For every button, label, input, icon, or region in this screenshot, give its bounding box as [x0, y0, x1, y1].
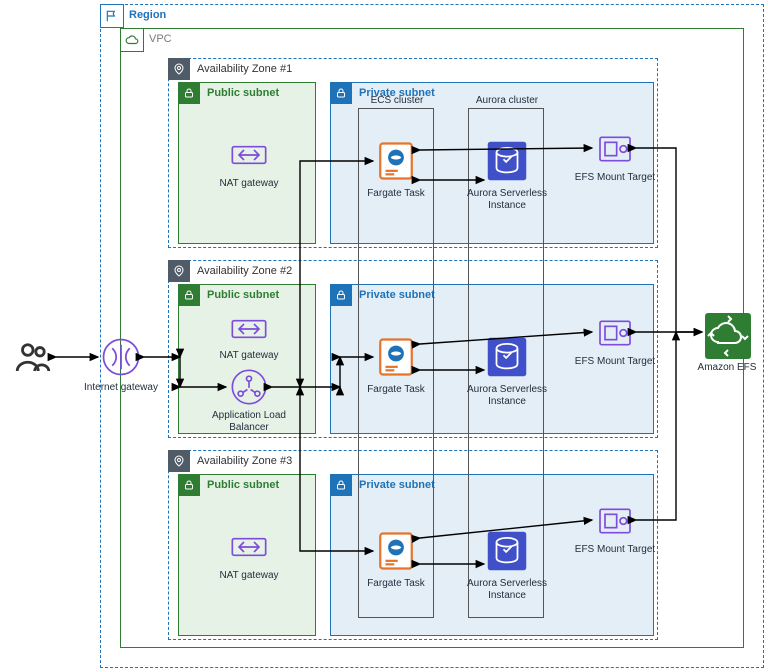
- efs-mt-label: EFS Mount Target: [560, 356, 670, 368]
- efs-mount-target-icon: [594, 312, 636, 354]
- fargate-task-icon: [375, 336, 417, 378]
- aurora-instance-icon: [486, 336, 528, 378]
- lock-icon: [178, 284, 200, 306]
- region-label: Region: [129, 9, 166, 21]
- lock-icon: [178, 474, 200, 496]
- efs-mount-target-icon: [594, 128, 636, 170]
- nat-icon: [228, 526, 270, 568]
- igw-icon: [100, 336, 142, 378]
- efs-mt-label: EFS Mount Target: [560, 544, 670, 556]
- efs-mount-target-icon: [594, 500, 636, 542]
- lock-icon: [330, 82, 352, 104]
- nat-label: NAT gateway: [194, 570, 304, 582]
- efs-mt-label: EFS Mount Target: [560, 172, 670, 184]
- nat-label: NAT gateway: [194, 350, 304, 362]
- aurora-label: Aurora Serverless Instance: [452, 384, 562, 407]
- nat-icon: [228, 308, 270, 350]
- az3-label: Availability Zone #3: [197, 455, 292, 467]
- ecs-cluster-label: ECS cluster: [359, 95, 435, 106]
- vpc-label: VPC: [149, 33, 172, 45]
- az1-label: Availability Zone #1: [197, 63, 292, 75]
- users-icon: [12, 336, 54, 378]
- fargate-label: Fargate Task: [341, 578, 451, 590]
- aurora-label: Aurora Serverless Instance: [452, 578, 562, 601]
- alb-icon: [228, 366, 270, 408]
- az-map-pin-icon: [168, 260, 190, 282]
- nat-label: NAT gateway: [194, 178, 304, 190]
- aurora-label: Aurora Serverless Instance: [452, 188, 562, 211]
- amazon-efs-icon: [704, 312, 752, 360]
- az-map-pin-icon: [168, 450, 190, 472]
- igw-label: Internet gateway: [66, 382, 176, 394]
- fargate-label: Fargate Task: [341, 188, 451, 200]
- aurora-instance-icon: [486, 140, 528, 182]
- lock-icon: [330, 284, 352, 306]
- efs-label: Amazon EFS: [672, 362, 768, 374]
- fargate-task-icon: [375, 140, 417, 182]
- aurora-instance-icon: [486, 530, 528, 572]
- nat-icon: [228, 134, 270, 176]
- fargate-label: Fargate Task: [341, 384, 451, 396]
- vpc-cloud-icon: [120, 28, 144, 52]
- az2-label: Availability Zone #2: [197, 265, 292, 277]
- az-map-pin-icon: [168, 58, 190, 80]
- lock-icon: [330, 474, 352, 496]
- lock-icon: [178, 82, 200, 104]
- public-subnet-label: Public subnet: [207, 479, 279, 491]
- fargate-task-icon: [375, 530, 417, 572]
- alb-label: Application Load Balancer: [194, 410, 304, 433]
- public-subnet-label: Public subnet: [207, 289, 279, 301]
- public-subnet-label: Public subnet: [207, 87, 279, 99]
- region-flag-icon: [100, 4, 124, 28]
- aurora-cluster-label: Aurora cluster: [469, 95, 545, 106]
